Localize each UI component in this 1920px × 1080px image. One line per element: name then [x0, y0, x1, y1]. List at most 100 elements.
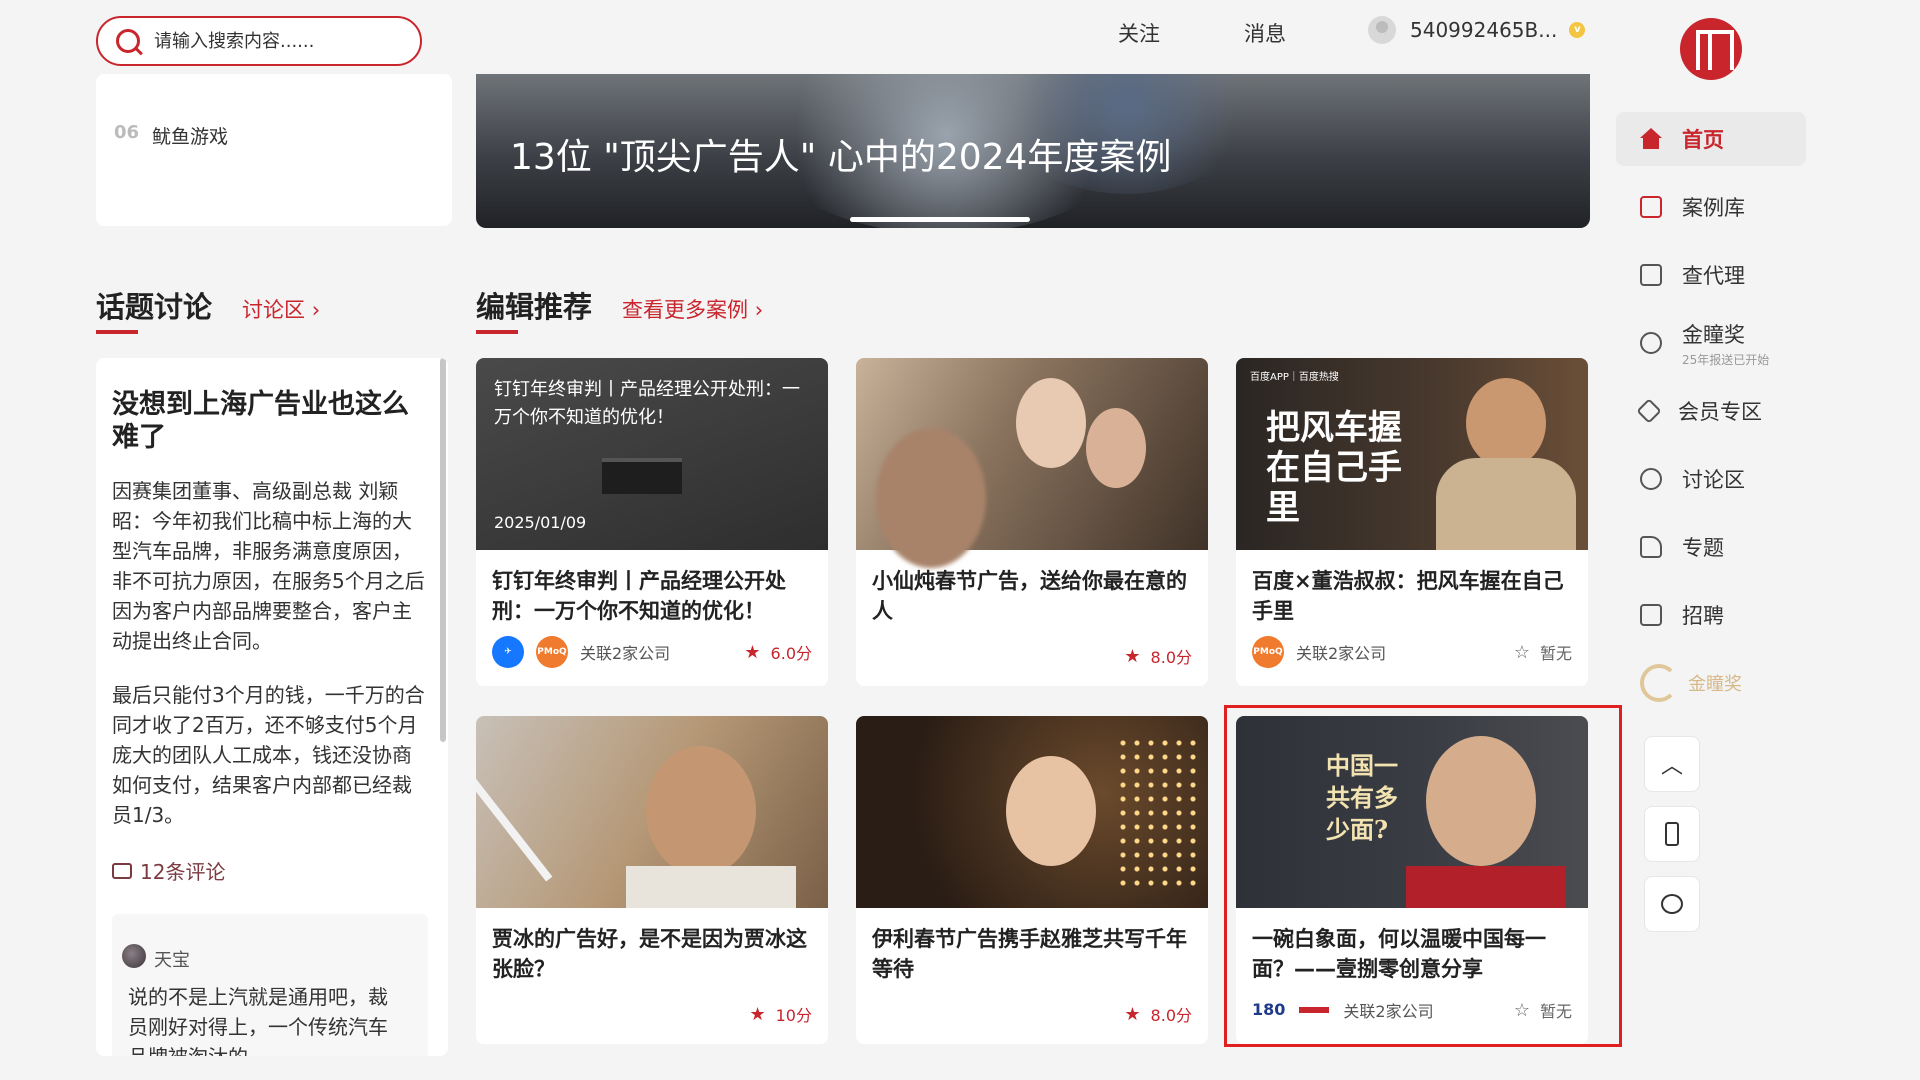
case-card[interactable]: 贾冰的广告好，是不是因为贾冰这张脸？ ★ 10分 [476, 716, 828, 1044]
hero-banner[interactable]: 13位 "顶尖广告人" 心中的2024年度案例 [476, 74, 1590, 228]
discussion-icon [1640, 468, 1662, 490]
more-cases-link[interactable]: 查看更多案例 › [622, 294, 763, 324]
case-card[interactable]: 小仙炖春节广告，送给你最在意的人 ★ 8.0分 [856, 358, 1208, 686]
section-title: 编辑推荐 [476, 284, 592, 334]
discussion-header: 话题讨论 讨论区 › [96, 284, 320, 334]
user-menu[interactable]: 540992465B... v [1368, 16, 1586, 44]
thumbnail-calligraphy: 把风车握在自己手里 [1266, 408, 1402, 528]
score-value: 暂无 [1539, 644, 1572, 663]
comment-icon [112, 862, 132, 879]
sidebar-item-label: 查代理 [1682, 264, 1745, 288]
award-icon [1640, 332, 1662, 354]
person-face [876, 428, 986, 568]
star-icon: ★ [749, 1003, 766, 1025]
score: ★ 10分 [749, 1002, 812, 1026]
sidebar-item-label: 案例库 [1682, 196, 1745, 220]
case-thumbnail [476, 716, 828, 908]
sidebar-item-member[interactable]: 会员专区 [1616, 384, 1806, 438]
agency-logo: PMoQ [1252, 636, 1284, 668]
sidebar-item-agency[interactable]: 查代理 [1616, 248, 1806, 302]
sidebar-item-label: 金瞳奖 25年报送已开始 [1682, 319, 1769, 368]
case-title: 贾冰的广告好，是不是因为贾冰这张脸？ [492, 927, 807, 981]
rank-number: 06 [114, 122, 140, 143]
home-icon [1640, 128, 1662, 150]
discussion-link[interactable]: 讨论区 › [242, 294, 320, 324]
case-meta: ★ 10分 [492, 1002, 812, 1026]
library-icon [1640, 196, 1662, 218]
bench-image [602, 458, 682, 494]
carousel-indicator[interactable] [850, 217, 1030, 222]
case-thumbnail: 钉钉年终审判丨产品经理公开处刑：一万个你不知道的优化！ 2025/01/09 [476, 358, 828, 550]
sidebar-item-jobs[interactable]: 招聘 [1616, 588, 1806, 642]
search-icon[interactable] [116, 29, 140, 53]
search-bar[interactable] [96, 16, 422, 66]
case-title: 伊利春节广告携手赵雅芝共写千年等待 [872, 927, 1187, 981]
discussion-paragraph: 最后只能付3个月的钱，一千万的合同才收了2百万，还不够支付5个月庞大的团队人工成… [112, 683, 425, 827]
section-title: 话题讨论 [96, 284, 212, 334]
scroll-top-button[interactable]: ︿ [1644, 736, 1700, 792]
star-icon: ★ [1124, 1003, 1141, 1025]
lights-image [1116, 736, 1196, 886]
editor-header: 编辑推荐 查看更多案例 › [476, 284, 763, 334]
case-card[interactable]: 钉钉年终审判丨产品经理公开处刑：一万个你不知道的优化！ 2025/01/09 钉… [476, 358, 828, 686]
score-value: 8.0分 [1150, 1006, 1192, 1025]
reply-text: 说的不是上汽就是通用吧，裁员刚好对得上，一个传统汽车品牌被淘汰的 [128, 985, 388, 1056]
case-thumbnail [856, 716, 1208, 908]
jobs-icon [1640, 604, 1662, 626]
agency-logo: PMoQ [536, 636, 568, 668]
person-face [1086, 408, 1146, 488]
award-subtext: 25年报送已开始 [1682, 352, 1770, 367]
brand-logo[interactable] [1680, 18, 1742, 80]
sidebar-item-discussion[interactable]: 讨论区 [1616, 452, 1806, 506]
person-face [1006, 756, 1096, 866]
discussion-title[interactable]: 没想到上海广告业也这么难了 [112, 388, 422, 454]
search-input[interactable] [154, 30, 394, 52]
score: ☆ 暂无 [1514, 640, 1572, 664]
agency-icon [1640, 264, 1662, 286]
score-value: 8.0分 [1150, 648, 1192, 667]
score: ★ 8.0分 [1124, 1002, 1192, 1026]
thumbnail-date: 2025/01/09 [494, 513, 587, 532]
case-meta: ✈ PMoQ 关联2家公司 ★ 6.0分 [492, 636, 812, 668]
person-body [626, 866, 796, 908]
company-count[interactable]: 关联2家公司 [1296, 640, 1386, 664]
case-card[interactable]: 伊利春节广告携手赵雅芝共写千年等待 ★ 8.0分 [856, 716, 1208, 1044]
rank-item[interactable]: 鱿鱼游戏 [152, 122, 228, 149]
mobile-button[interactable] [1644, 806, 1700, 862]
nav-follow[interactable]: 关注 [1118, 18, 1160, 48]
scrollbar[interactable] [440, 358, 446, 742]
sidebar-item-topic[interactable]: 专题 [1616, 520, 1806, 574]
award-logo[interactable]: 金瞳奖 [1640, 664, 1742, 702]
topic-icon [1640, 536, 1662, 558]
star-icon: ★ [744, 641, 761, 663]
case-card[interactable]: 百度APP｜百度热搜 把风车握在自己手里 百度×董浩叔叔：把风车握在自己手里 P… [1236, 358, 1588, 686]
case-thumbnail [856, 358, 1208, 568]
sidebar-item-home[interactable]: 首页 [1616, 112, 1806, 166]
score-value: 10分 [775, 1006, 812, 1025]
case-title: 钉钉年终审判丨产品经理公开处刑：一万个你不知道的优化！ [492, 569, 786, 623]
discussion-paragraph: 因赛集团董事、高级副总裁 刘颖昭：今年初我们比稿中标上海的大型汽车品牌，非服务满… [112, 479, 425, 653]
avatar [122, 944, 146, 968]
avatar[interactable] [1368, 16, 1396, 44]
username: 540992465B... [1410, 18, 1558, 42]
case-title: 百度×董浩叔叔：把风车握在自己手里 [1252, 569, 1564, 623]
up-arrow-icon: ︿ [1660, 754, 1683, 779]
score: ★ 6.0分 [744, 640, 812, 664]
feedback-button[interactable] [1644, 876, 1700, 932]
comments-link[interactable]: 12条评论 [112, 856, 225, 885]
reply-preview: 天宝 说的不是上汽就是通用吧，裁员刚好对得上，一个传统汽车品牌被淘汰的 [112, 914, 428, 1056]
person-face [1016, 378, 1086, 468]
case-meta: PMoQ 关联2家公司 ☆ 暂无 [1252, 636, 1572, 668]
company-count[interactable]: 关联2家公司 [580, 640, 670, 664]
banner-title: 13位 "顶尖广告人" 心中的2024年度案例 [510, 137, 1172, 178]
straw-image [476, 750, 553, 882]
sidebar-item-label: 会员专区 [1678, 400, 1762, 424]
case-meta: ★ 8.0分 [872, 644, 1192, 668]
phone-icon [1665, 822, 1679, 846]
person-face [1466, 378, 1546, 468]
sidebar-item-award[interactable]: 金瞳奖 25年报送已开始 [1616, 316, 1806, 370]
discussion-card[interactable]: 没想到上海广告业也这么难了 因赛集团董事、高级副总裁 刘颖昭：今年初我们比稿中标… [96, 358, 448, 1056]
selection-highlight [1224, 705, 1622, 1047]
sidebar-item-library[interactable]: 案例库 [1616, 180, 1806, 234]
nav-messages[interactable]: 消息 [1244, 18, 1286, 48]
